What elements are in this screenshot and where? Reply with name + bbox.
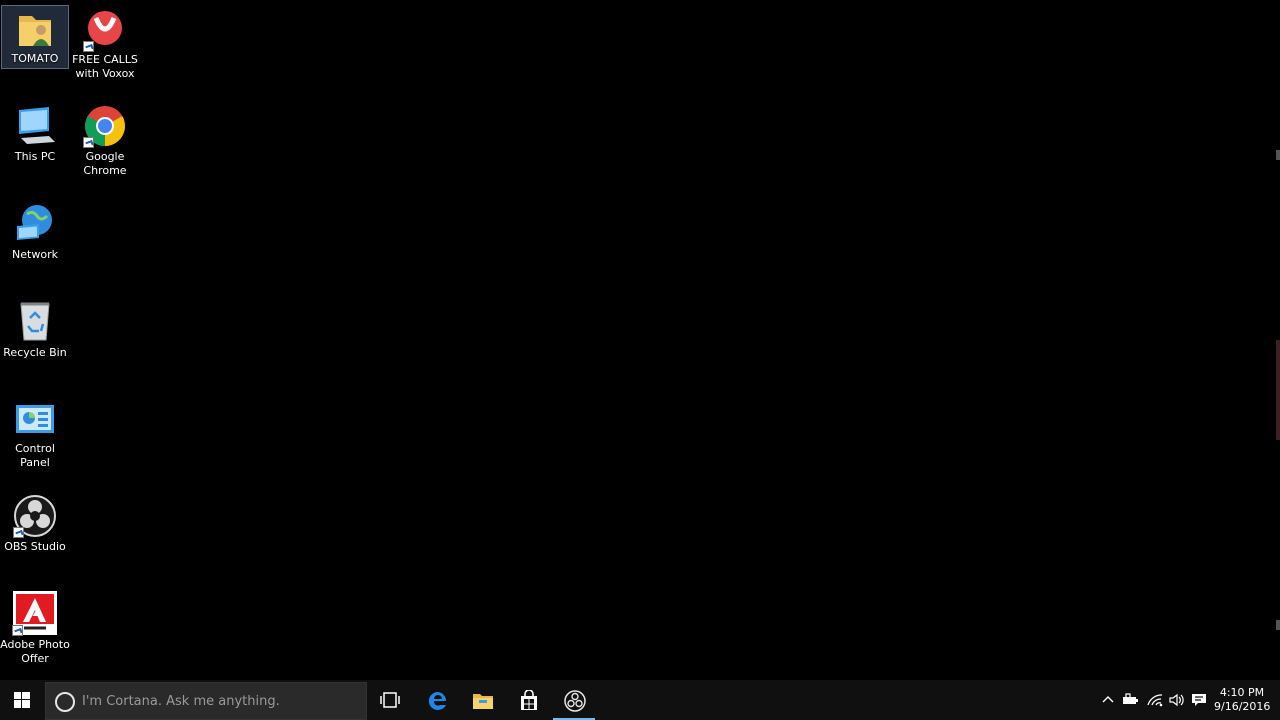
taskbar-file-explorer[interactable]	[459, 680, 505, 720]
notifications-icon	[1192, 694, 1206, 706]
store-icon	[521, 690, 537, 710]
desktop-icon-label: Adobe Photo Offer	[0, 638, 70, 665]
shortcut-arrow-icon	[83, 41, 94, 52]
desktop-icon-tomato[interactable]: TOMATO	[1, 5, 69, 69]
tray-battery[interactable]	[1120, 680, 1142, 720]
desktop-icon-network[interactable]: Network	[0, 202, 70, 262]
voxox-icon	[83, 8, 127, 52]
obs-icon	[13, 494, 57, 538]
tray-action-center[interactable]	[1189, 680, 1211, 720]
taskbar-store[interactable]	[505, 680, 551, 720]
desktop-icon-control-panel[interactable]: Control Panel	[0, 400, 70, 470]
screen-edge-artifact	[1276, 150, 1280, 160]
desktop-icon-label: TOMATO	[11, 52, 59, 65]
taskbar-clock[interactable]: 4:10 PM 9/16/2016	[1214, 686, 1270, 714]
chrome-icon	[83, 104, 127, 148]
tray-wifi[interactable]	[1144, 680, 1166, 720]
start-button[interactable]	[0, 680, 45, 720]
clock-date: 9/16/2016	[1214, 700, 1271, 713]
tray-show-hidden[interactable]	[1098, 680, 1118, 720]
chevron-up-icon	[1102, 696, 1114, 703]
recycle-bin-icon	[13, 298, 57, 344]
desktop-icon-recycle-bin[interactable]: Recycle Bin	[0, 298, 70, 360]
search-placeholder: I'm Cortana. Ask me anything.	[82, 694, 280, 709]
battery-icon	[1123, 693, 1138, 704]
cortana-icon	[55, 692, 75, 712]
desktop-icon-label: FREE CALLS with Voxox	[72, 53, 138, 80]
desktop-icon-adobe-photo-offer[interactable]: Adobe Photo Offer	[0, 590, 70, 666]
taskbar-edge[interactable]	[414, 680, 460, 720]
desktop-icon-label: This PC	[14, 150, 56, 163]
computer-icon	[13, 104, 57, 148]
shortcut-arrow-icon	[13, 527, 24, 538]
file-explorer-icon	[473, 694, 493, 709]
desktop-icon-label: Google Chrome	[83, 150, 127, 177]
tray-volume[interactable]	[1166, 680, 1188, 720]
shortcut-arrow-icon	[12, 625, 23, 636]
desktop-icon-voxox[interactable]: FREE CALLS with Voxox	[70, 8, 140, 81]
desktop-icon-label: Control Panel	[15, 442, 55, 469]
desktop-icon-obs-studio[interactable]: OBS Studio	[0, 494, 70, 554]
task-view-button[interactable]	[367, 680, 413, 720]
volume-icon	[1169, 693, 1184, 707]
obs-icon	[564, 690, 586, 712]
cortana-search-box[interactable]: I'm Cortana. Ask me anything.	[45, 682, 367, 720]
control-panel-icon	[13, 400, 57, 440]
desktop-icon-label: Recycle Bin	[3, 346, 67, 359]
clock-time: 4:10 PM	[1219, 686, 1265, 699]
adobe-icon	[12, 590, 58, 636]
screen-edge-artifact	[1276, 620, 1280, 630]
desktop-icon-label: OBS Studio	[4, 540, 66, 553]
folder-user-icon	[15, 10, 55, 50]
desktop-icon-this-pc[interactable]: This PC	[0, 104, 70, 164]
edge-icon	[428, 691, 447, 710]
network-icon	[13, 202, 57, 246]
task-view-icon	[380, 692, 400, 708]
shortcut-arrow-icon	[83, 137, 94, 148]
screen-edge-artifact	[1276, 340, 1280, 440]
windows-logo-icon	[14, 692, 30, 708]
taskbar: I'm Cortana. Ask me anything. 4:10 PM 9/…	[0, 680, 1280, 720]
desktop[interactable]: TOMATO FREE CALLS with Voxox This PC Goo…	[0, 0, 1280, 680]
wifi-icon	[1147, 694, 1163, 707]
taskbar-obs-studio[interactable]	[551, 680, 597, 720]
desktop-icon-label: Network	[12, 248, 58, 261]
desktop-icon-google-chrome[interactable]: Google Chrome	[70, 104, 140, 178]
